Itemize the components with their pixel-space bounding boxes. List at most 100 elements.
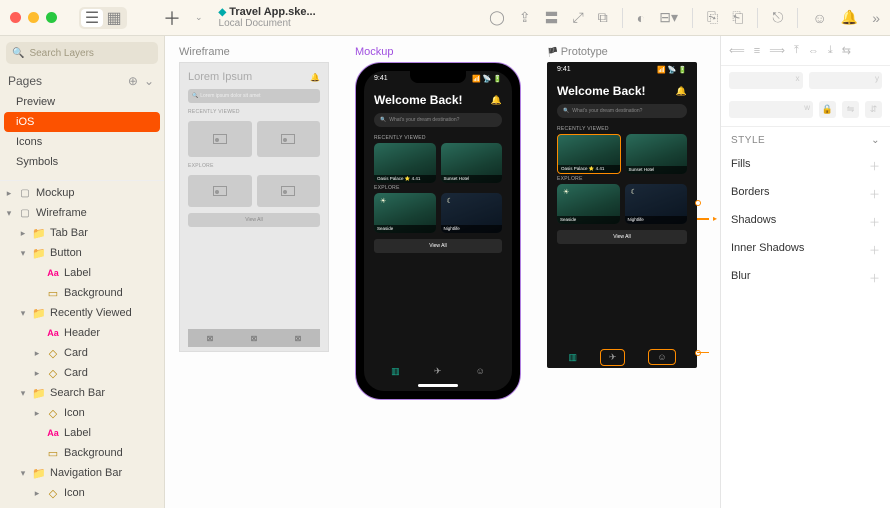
align-bottom-icon[interactable]: ⤓ [828,44,833,57]
layer-background-shape[interactable]: ▭Background [0,443,164,463]
add-fill-button[interactable]: ＋ [869,158,880,174]
layer-label: Wireframe [36,207,87,219]
layer-label-text[interactable]: AaLabel [0,423,164,443]
add-blur-button[interactable]: ＋ [869,270,880,286]
page-symbols[interactable]: Symbols [0,152,164,172]
field-y[interactable]: y [809,72,883,89]
collapse-pages-icon[interactable]: ⌄ [144,74,154,88]
view-mode-segment[interactable]: ☰ ▦ [79,7,127,29]
layer-icon[interactable]: ▸◇Icon [0,403,164,423]
collaborate-icon[interactable]: ☺ [812,10,826,26]
layer-label: Label [64,427,91,439]
backward-icon[interactable]: ⎗ [732,9,743,26]
distribute-icon[interactable]: ⇆ [842,44,851,57]
section-explore: EXPLORE [364,183,512,193]
search-icon: 🔍 [12,48,24,59]
add-inner-shadow-button[interactable]: ＋ [869,242,880,258]
blur-label: Blur [731,270,751,286]
components-view-icon[interactable]: ▦ [103,9,125,27]
close-icon[interactable] [10,12,21,23]
artboard-label-wireframe[interactable]: Wireframe [179,46,329,58]
search-icon: 🔍 [192,93,198,99]
mask-icon[interactable]: ◐ [637,10,645,26]
canvas[interactable]: Wireframe Lorem Ipsum🔔 🔍Lorem ipsum dolo… [165,36,720,508]
layer-label: Card [64,347,88,359]
forward-icon[interactable]: ⎘ [707,9,718,26]
layer-recently-viewed[interactable]: ▾📁Recently Viewed [0,303,164,323]
window-controls[interactable] [10,12,57,23]
layer-search-bar[interactable]: ▾📁Search Bar [0,383,164,403]
add-border-button[interactable]: ＋ [869,186,880,202]
link-icon[interactable]: ⎋ [772,9,783,26]
hotspot-tab-profile[interactable]: ☺ [648,349,675,365]
text-icon: Aa [46,268,60,278]
notifications-icon[interactable]: 🔔 [841,9,858,26]
align-left-icon[interactable]: ⟸ [729,44,745,57]
pages-header: Pages [8,74,42,88]
fullscreen-icon[interactable] [46,12,57,23]
layer-tab-bar[interactable]: ▸📁Tab Bar [0,223,164,243]
layer-label: Navigation Bar [50,467,122,479]
layer-navigation-bar[interactable]: ▾📁Navigation Bar [0,463,164,483]
style-collapse-icon[interactable]: ⌄ [871,135,880,146]
page-preview[interactable]: Preview [0,92,164,112]
layer-icon[interactable]: ▸◇Icon [0,483,164,503]
artboard-mockup[interactable]: 9:41📶 📡 🔋 Welcome Back!🔔 🔍What's your dr… [355,62,521,400]
align-center-h-icon[interactable]: ≡ [754,45,760,57]
prototype-link-dot[interactable] [695,200,701,206]
scale-icon[interactable]: ⧉ [598,9,608,26]
bell-icon: 🔔 [676,86,687,97]
resize-icon[interactable]: ⤢ [573,9,584,26]
field-w[interactable]: w [729,101,813,118]
card-nightlife: ☾Nightlife [441,193,503,233]
search-layers-placeholder: Search Layers [29,48,93,59]
page-ios[interactable]: iOS [4,112,160,132]
layer-button[interactable]: ▾📁Button [0,243,164,263]
artboard-label-prototype[interactable]: Prototype [547,46,697,58]
layer-header-text[interactable]: AaHeader [0,323,164,343]
artboard-prototype[interactable]: 9:41📶 📡 🔋 Welcome Back!🔔 🔍What's your dr… [547,62,697,368]
layer-background-shape[interactable]: ▭Background [0,283,164,303]
edit-icon[interactable]: ⇪ [519,9,531,26]
bell-icon: 🔔 [491,95,502,106]
search-placeholder: What's your dream destination? [389,117,459,123]
align-middle-v-icon[interactable]: ⇔ [808,45,819,57]
insert-dropdown-icon[interactable]: ⌄ [195,12,203,23]
align-right-icon[interactable]: ⟹ [769,44,785,57]
search-layers-input[interactable]: 🔍 Search Layers [6,42,158,64]
layer-card[interactable]: ▸◇Card [0,363,164,383]
tab-profile-icon: ☺ [476,366,485,376]
artboard-label-mockup[interactable]: Mockup [355,46,521,58]
tab-x-icon: ⊠ [251,334,258,343]
overflow-icon[interactable]: » [872,10,880,26]
layer-artboard-mockup[interactable]: ▸▢Mockup [0,183,164,203]
flip-v-icon[interactable]: ⇵ [865,101,882,118]
tab-flights-icon: ✈ [434,366,442,377]
minimize-icon[interactable] [28,12,39,23]
add-page-icon[interactable]: ⊕ [128,74,138,88]
artboard-wireframe[interactable]: Lorem Ipsum🔔 🔍Lorem ipsum dolor sit amet… [179,62,329,352]
layers-view-icon[interactable]: ☰ [81,9,103,27]
page-icons[interactable]: Icons [0,132,164,152]
bell-icon: 🔔 [310,73,320,82]
hotspot-card-oasis[interactable]: Oasis Palace ⭐ 4.41 [557,134,621,174]
layer-label-text[interactable]: AaLabel [0,263,164,283]
layer-artboard-wireframe[interactable]: ▾▢Wireframe [0,203,164,223]
field-x[interactable]: x [729,72,803,89]
tab-x-icon: ⊠ [207,334,214,343]
layer-card[interactable]: ▸◇Card [0,343,164,363]
prototype-link-arrow-icon: ▸ [713,214,717,223]
lock-aspect-icon[interactable]: 🔒 [819,101,836,118]
add-shadow-button[interactable]: ＋ [869,214,880,230]
create-symbol-icon[interactable]: ◯ [489,9,505,26]
card-nightlife: ☾Nightlife [625,184,688,224]
hotspot-tab-flights[interactable]: ✈ [600,349,626,366]
align-icon[interactable]: 〓 [545,8,559,28]
card-sunset-hotel: Sunset Hotel [626,134,688,174]
flip-h-icon[interactable]: ⇋ [842,101,859,118]
insert-button[interactable]: ＋ [159,5,185,31]
wf-section-explore: EXPLORE [188,163,320,169]
align-top-icon[interactable]: ⤒ [794,44,799,57]
status-icons: 📶 📡 🔋 [657,66,687,74]
boolean-dropdown[interactable]: ⊟▾ [659,9,678,26]
